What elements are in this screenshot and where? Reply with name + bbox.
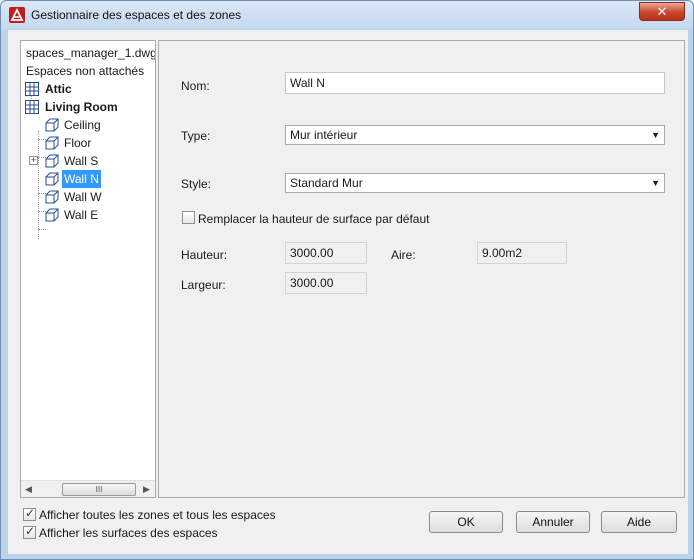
style-label: Style: xyxy=(181,177,212,191)
tree-item-drawing[interactable]: spaces_manager_1.dwg xyxy=(21,44,155,62)
space-icon xyxy=(45,190,59,204)
tree-item-label: Floor xyxy=(64,136,92,150)
nom-input[interactable]: Wall N xyxy=(285,72,665,94)
scroll-right-icon[interactable]: ▶ xyxy=(143,484,150,495)
largeur-value: 3000.00 xyxy=(285,272,367,294)
space-icon xyxy=(45,136,59,150)
space-icon xyxy=(45,154,59,168)
tree-item-unattached-spaces[interactable]: Espaces non attachés xyxy=(21,62,155,80)
zone-icon xyxy=(25,100,39,114)
tree-connector xyxy=(38,229,46,230)
space-icon xyxy=(45,208,59,222)
replace-height-checkbox[interactable] xyxy=(182,211,195,224)
window-title: Gestionnaire des espaces et des zones xyxy=(31,8,242,22)
dialog-client: spaces_manager_1.dwg Espaces non attaché… xyxy=(8,30,688,554)
hauteur-value: 3000.00 xyxy=(285,242,367,264)
hauteur-label: Hauteur: xyxy=(181,248,228,262)
show-surfaces-label: Afficher les surfaces des espaces xyxy=(39,526,218,540)
largeur-label: Largeur: xyxy=(181,278,226,292)
tree-item-wall-e[interactable]: Wall E xyxy=(21,206,155,224)
tree-item-label: Living Room xyxy=(45,100,118,114)
tree-item-label-selected: Wall N xyxy=(62,170,101,188)
dialog-window: Gestionnaire des espaces et des zones ✕ … xyxy=(0,0,694,560)
horizontal-scrollbar[interactable]: ◀ III ▶ xyxy=(21,480,155,497)
space-zone-tree[interactable]: spaces_manager_1.dwg Espaces non attaché… xyxy=(20,40,156,498)
tree-item-label: Wall W xyxy=(64,190,102,204)
close-button[interactable]: ✕ xyxy=(639,2,685,21)
chevron-down-icon: ▼ xyxy=(651,130,660,140)
title-bar[interactable]: Gestionnaire des espaces et des zones ✕ xyxy=(1,1,693,29)
tree-item-label: Wall S xyxy=(64,154,99,168)
ok-button[interactable]: OK xyxy=(429,511,503,533)
tree-item-wall-s[interactable]: + Wall S xyxy=(21,152,155,170)
show-all-checkbox[interactable] xyxy=(23,506,36,521)
tree-item-label: Espaces non attachés xyxy=(26,64,145,78)
tree-item-ceiling[interactable]: Ceiling xyxy=(21,116,155,134)
expand-plus-icon[interactable]: + xyxy=(29,156,38,165)
space-icon xyxy=(45,172,59,186)
nom-label: Nom: xyxy=(181,79,210,93)
tree-item-floor[interactable]: Floor xyxy=(21,134,155,152)
aire-value: 9.00m2 xyxy=(477,242,567,264)
tree-item-label: Ceiling xyxy=(64,118,101,132)
scroll-left-icon[interactable]: ◀ xyxy=(25,484,32,495)
replace-height-label: Remplacer la hauteur de surface par défa… xyxy=(198,212,430,226)
zone-icon xyxy=(25,82,39,96)
show-surfaces-checkbox[interactable] xyxy=(23,524,36,539)
tree-item-wall-w[interactable]: Wall W xyxy=(21,188,155,206)
type-label: Type: xyxy=(181,129,211,143)
help-button[interactable]: Aide xyxy=(601,511,677,533)
tree-item-attic[interactable]: Attic xyxy=(21,80,155,98)
type-select[interactable]: Mur intérieur ▼ xyxy=(285,125,665,145)
space-icon xyxy=(45,118,59,132)
type-select-value: Mur intérieur xyxy=(290,128,358,142)
cancel-button[interactable]: Annuler xyxy=(516,511,590,533)
tree-item-wall-n[interactable]: Wall N xyxy=(21,170,155,188)
properties-panel: Nom: Wall N Type: Mur intérieur ▼ Style:… xyxy=(158,40,685,498)
style-select-value: Standard Mur xyxy=(290,176,363,190)
chevron-down-icon: ▼ xyxy=(651,178,660,188)
style-select[interactable]: Standard Mur ▼ xyxy=(285,173,665,193)
tree-item-label: Attic xyxy=(45,82,72,96)
tree-item-label: Wall E xyxy=(64,208,99,222)
aire-label: Aire: xyxy=(391,248,416,262)
close-icon: ✕ xyxy=(656,4,668,19)
grip-icon: III xyxy=(95,485,103,494)
tree-item-label: spaces_manager_1.dwg xyxy=(26,46,156,60)
show-all-label: Afficher toutes les zones et tous les es… xyxy=(39,508,276,522)
autocad-app-icon xyxy=(9,7,25,23)
scrollbar-thumb[interactable]: III xyxy=(62,483,136,496)
tree-item-living-room[interactable]: Living Room xyxy=(21,98,155,116)
